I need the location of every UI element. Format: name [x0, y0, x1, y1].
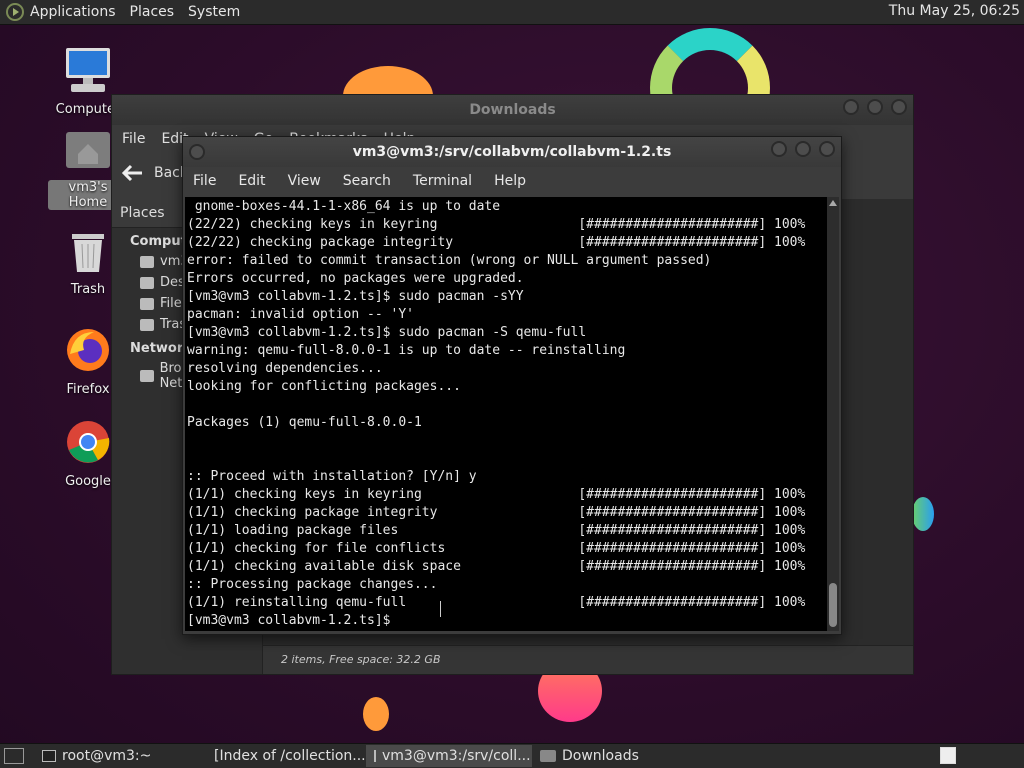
computer-icon: [66, 48, 110, 92]
window-menu-button[interactable]: [189, 144, 205, 160]
terminal-line: Errors occurred, no packages were upgrad…: [187, 271, 524, 286]
text-cursor-icon: [440, 601, 443, 617]
terminal-icon: [374, 750, 376, 762]
menu-system[interactable]: System: [188, 4, 240, 20]
terminal-line: (1/1) loading package files [###########…: [187, 523, 806, 538]
taskbar-item-label: Downloads: [562, 748, 639, 764]
term-menu-terminal[interactable]: Terminal: [413, 173, 472, 189]
chrome-icon: [67, 421, 110, 463]
wallpaper-blue-blob: [912, 497, 934, 531]
minimize-button[interactable]: [843, 99, 859, 115]
home-folder-icon: [66, 132, 110, 168]
fm-menu-file[interactable]: File: [122, 131, 145, 147]
terminal-titlebar[interactable]: vm3@vm3:/srv/collabvm/collabvm-1.2.ts: [183, 137, 841, 167]
terminal-line: [vm3@vm3 collabvm-1.2.ts]$: [187, 613, 399, 628]
minimize-button[interactable]: [771, 141, 787, 157]
scrollbar-thumb[interactable]: [829, 583, 837, 627]
taskbar-item-label: [Index of /collection...: [214, 748, 366, 764]
folder-icon: [540, 750, 556, 762]
taskbar-item-label: vm3@vm3:/srv/coll...: [382, 748, 531, 764]
file-manager-statusbar: 2 items, Free space: 32.2 GB: [263, 645, 913, 674]
panel-clock[interactable]: Thu May 25, 06:25: [889, 3, 1020, 19]
terminal-line: (1/1) checking for file conflicts [#####…: [187, 541, 806, 556]
terminal-icon: [42, 750, 56, 762]
drive-icon: [140, 297, 154, 310]
terminal-line: :: Proceed with installation? [Y/n] y: [187, 469, 477, 484]
term-menu-search[interactable]: Search: [343, 173, 391, 189]
terminal-line: :: Processing package changes...: [187, 577, 438, 592]
maximize-button[interactable]: [795, 141, 811, 157]
network-icon: [140, 370, 154, 382]
file-manager-titlebar[interactable]: Downloads: [112, 95, 913, 125]
terminal-line: looking for conflicting packages...: [187, 379, 461, 394]
close-button[interactable]: [891, 99, 907, 115]
term-menu-view[interactable]: View: [288, 173, 321, 189]
wallpaper-small-orange-blob: [363, 697, 389, 731]
terminal-line: Packages (1) qemu-full-8.0.0-1: [187, 415, 422, 430]
menu-places[interactable]: Places: [130, 4, 175, 20]
terminal-line: (1/1) checking package integrity [######…: [187, 505, 806, 520]
back-arrow-icon: [122, 164, 142, 182]
terminal-line: (22/22) checking keys in keyring [######…: [187, 217, 806, 232]
terminal-line: (1/1) checking available disk space [###…: [187, 559, 806, 574]
home-icon: [140, 255, 154, 268]
file-manager-title: Downloads: [469, 102, 556, 118]
desktop-icon: [140, 276, 154, 289]
menu-applications[interactable]: Applications: [30, 4, 116, 20]
terminal-line: warning: qemu-full-8.0.0-1 is up to date…: [187, 343, 626, 358]
terminal-line: (22/22) checking package integrity [####…: [187, 235, 806, 250]
workspace-switcher[interactable]: [940, 747, 956, 764]
terminal-window[interactable]: vm3@vm3:/srv/collabvm/collabvm-1.2.ts Fi…: [182, 136, 842, 635]
taskbar-item-label: root@vm3:~: [62, 748, 152, 764]
terminal-line: [vm3@vm3 collabvm-1.2.ts]$ sudo pacman -…: [187, 325, 587, 340]
term-menu-help[interactable]: Help: [494, 173, 526, 189]
terminal-lines: gnome-boxes-44.1-1-x86_64 is up to date (…: [185, 198, 827, 630]
bottom-panel: root@vm3:~ [Index of /collection... vm3@…: [0, 743, 1024, 768]
terminal-line: [vm3@vm3 collabvm-1.2.ts]$ sudo pacman -…: [187, 289, 524, 304]
terminal-line: resolving dependencies...: [187, 361, 383, 376]
distro-logo-icon[interactable]: [6, 3, 24, 21]
terminal-line: (1/1) reinstalling qemu-full [##########…: [187, 595, 806, 610]
term-menu-edit[interactable]: Edit: [238, 173, 265, 189]
terminal-line: gnome-boxes-44.1-1-x86_64 is up to date: [187, 199, 501, 214]
top-panel: Applications Places System Thu May 25, 0…: [0, 0, 1024, 25]
terminal-line: error: failed to commit transaction (wro…: [187, 253, 712, 268]
scroll-up-icon[interactable]: [829, 200, 837, 206]
taskbar-item-collabvm-terminal[interactable]: vm3@vm3:/srv/coll...: [366, 745, 532, 767]
terminal-menubar: File Edit View Search Terminal Help: [183, 167, 841, 195]
maximize-button[interactable]: [867, 99, 883, 115]
terminal-line: (1/1) checking keys in keyring [########…: [187, 487, 806, 502]
taskbar-item-downloads[interactable]: Downloads: [532, 745, 698, 767]
terminal-output[interactable]: gnome-boxes-44.1-1-x86_64 is up to date (…: [185, 197, 827, 631]
taskbar-item-chrome[interactable]: [Index of /collection...: [200, 745, 366, 767]
terminal-scrollbar[interactable]: [827, 197, 839, 631]
close-button[interactable]: [819, 141, 835, 157]
term-menu-file[interactable]: File: [193, 173, 216, 189]
trash-icon: [72, 234, 104, 272]
firefox-icon: [67, 329, 109, 371]
terminal-title: vm3@vm3:/srv/collabvm/collabvm-1.2.ts: [352, 144, 672, 160]
terminal-line: pacman: invalid option -- 'Y': [187, 307, 414, 322]
trash-icon: [140, 318, 154, 331]
back-button[interactable]: Back: [122, 164, 188, 182]
taskbar-item-root-terminal[interactable]: root@vm3:~: [34, 745, 200, 767]
show-desktop-button[interactable]: [4, 748, 24, 764]
